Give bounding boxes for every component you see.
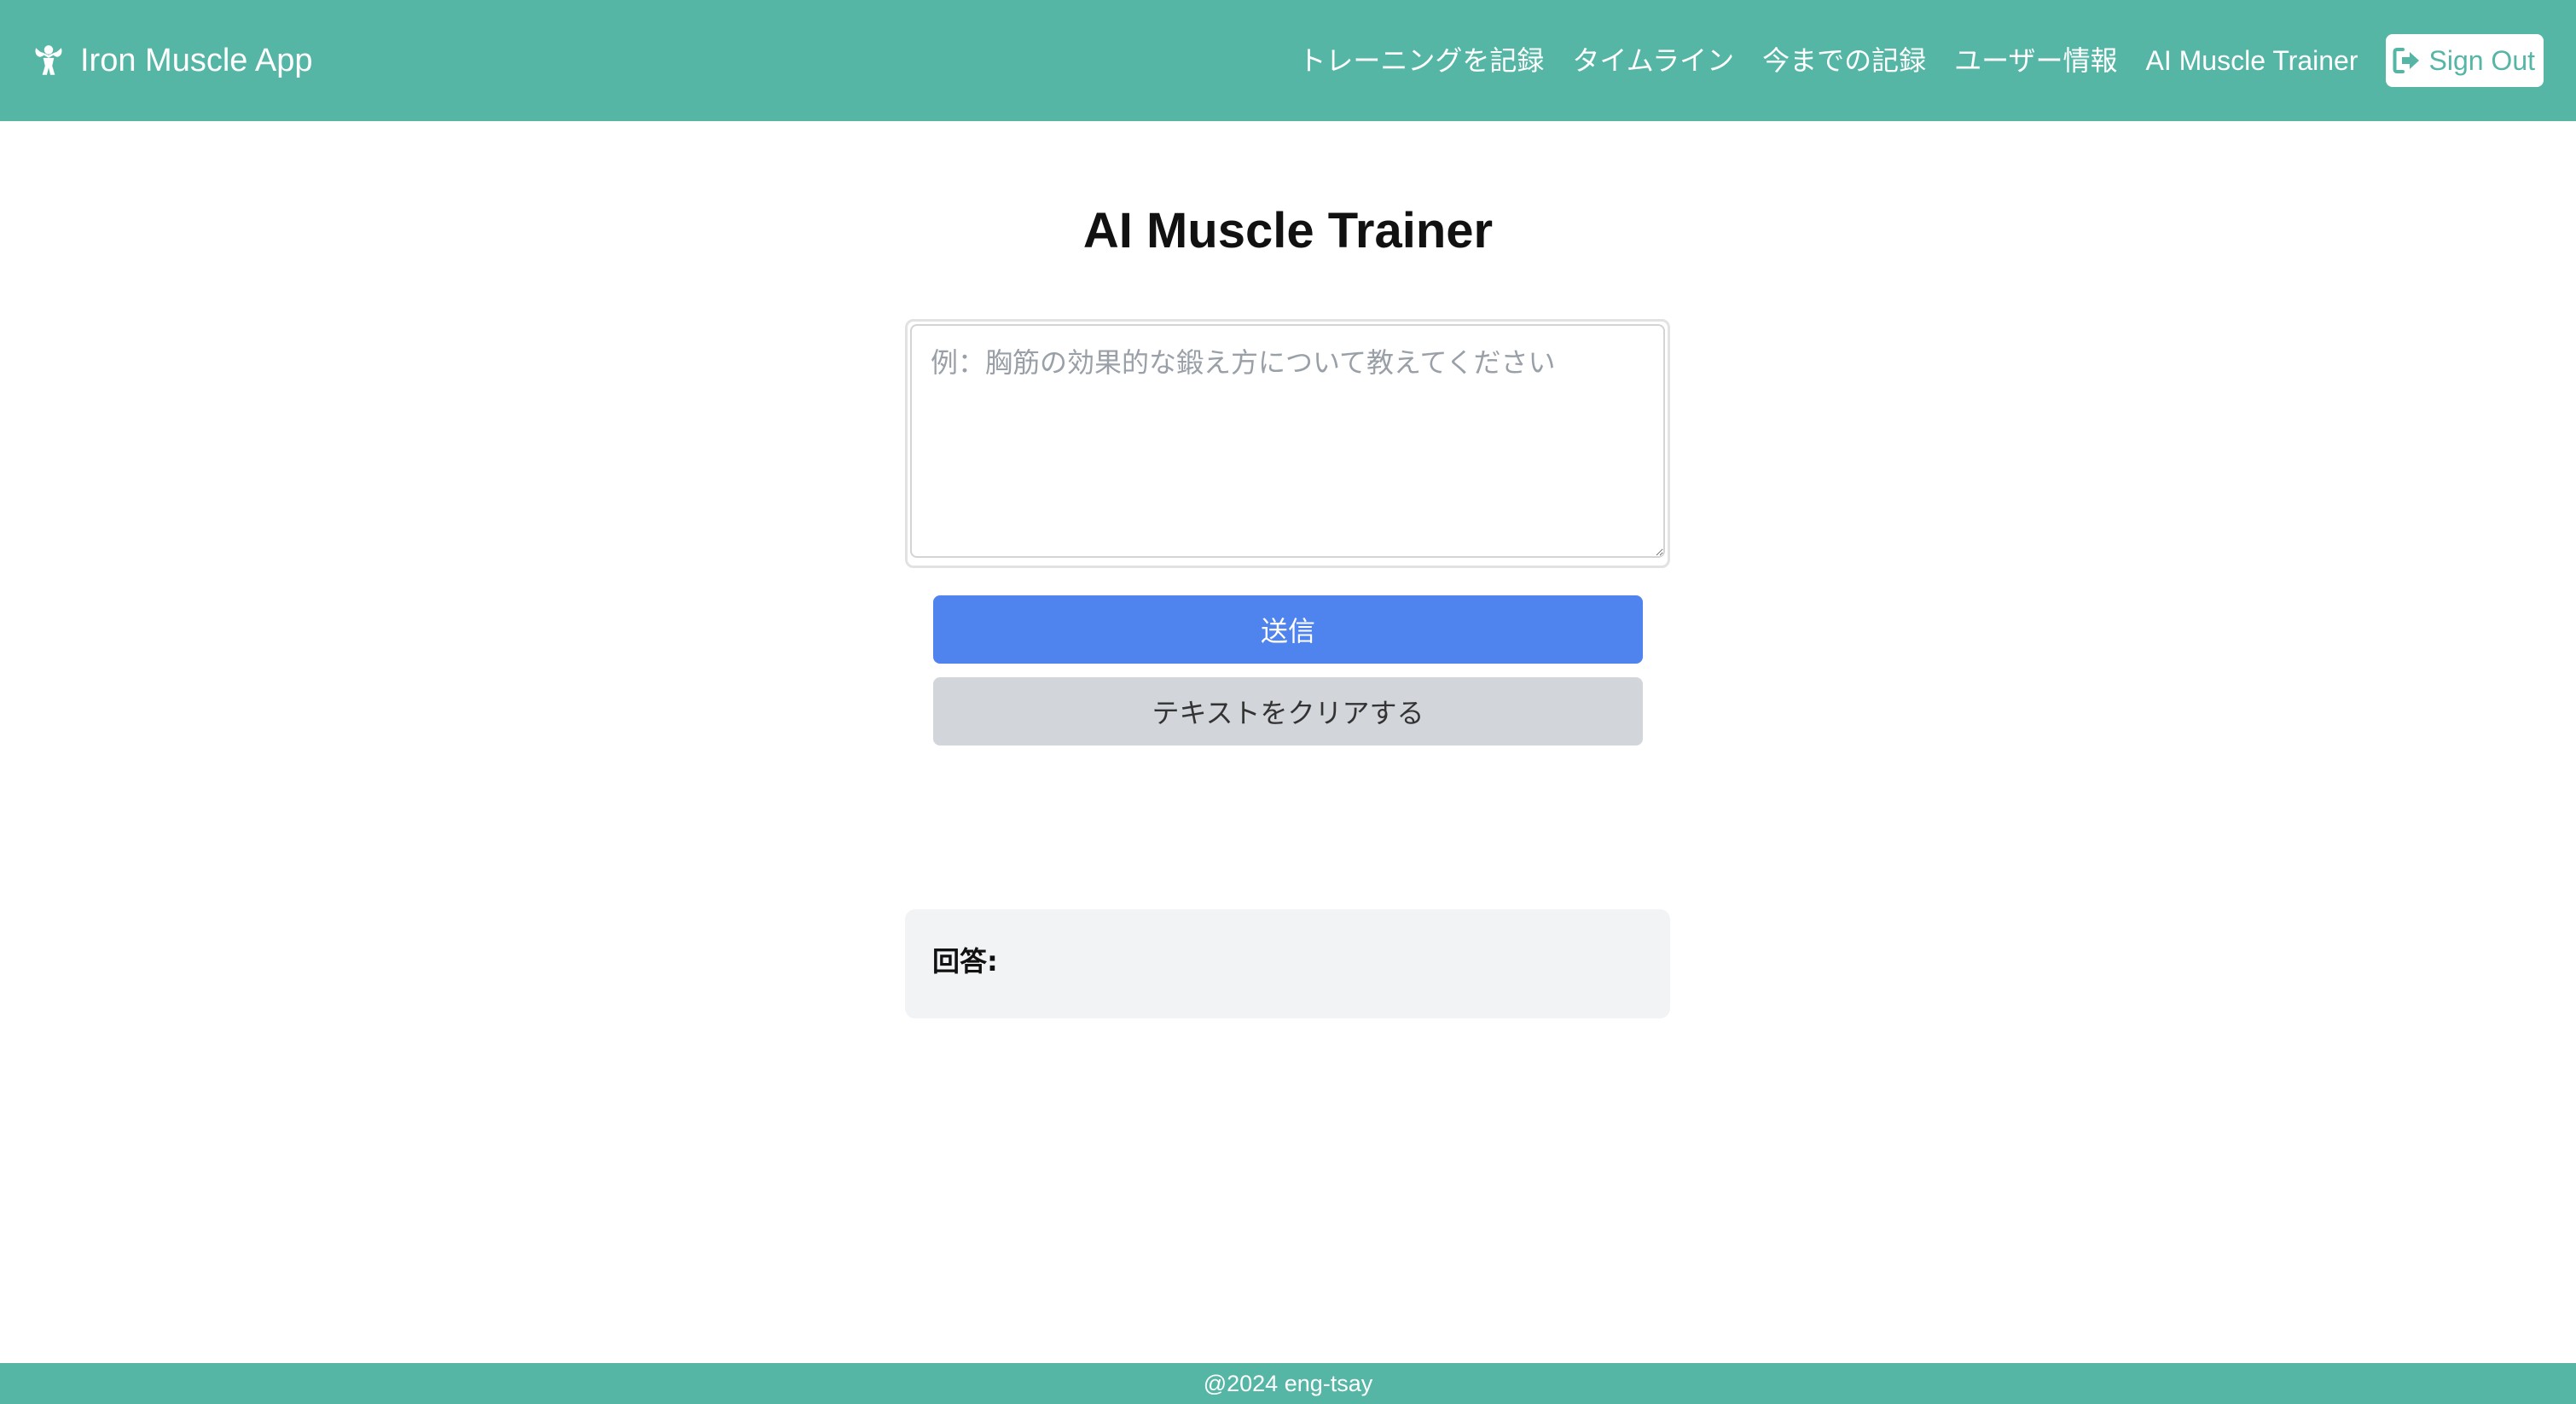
answer-label: 回答: — [932, 945, 998, 978]
nav-menu: トレーニングを記録 タイムライン 今までの記録 ユーザー情報 AI Muscle… — [1298, 0, 2544, 121]
footer: @2024 eng-tsay — [0, 1363, 2576, 1404]
nav-link-user-info[interactable]: ユーザー情報 — [1954, 47, 2117, 74]
answer-box: 回答: — [905, 909, 1670, 1018]
sign-out-label: Sign Out — [2428, 44, 2535, 76]
navbar: Iron Muscle App トレーニングを記録 タイムライン 今までの記録 … — [0, 0, 2576, 121]
sign-out-button[interactable]: Sign Out — [2386, 34, 2544, 87]
submit-button[interactable]: 送信 — [933, 595, 1643, 664]
brand-link[interactable]: Iron Muscle App — [31, 0, 312, 121]
nav-link-history[interactable]: 今までの記録 — [1762, 47, 1926, 74]
clear-text-button[interactable]: テキストをクリアする — [933, 677, 1643, 746]
brand-name: Iron Muscle App — [80, 43, 313, 78]
footer-copyright: @2024 eng-tsay — [1203, 1370, 1373, 1396]
question-input-wrapper — [905, 319, 1670, 568]
question-input[interactable] — [910, 324, 1665, 558]
nav-link-timeline[interactable]: タイムライン — [1572, 47, 1734, 74]
page-title: AI Muscle Trainer — [1082, 203, 1494, 258]
nav-link-ai-trainer[interactable]: AI Muscle Trainer — [2146, 47, 2358, 74]
bodybuilder-icon — [35, 45, 62, 75]
nav-link-record-training[interactable]: トレーニングを記録 — [1298, 47, 1544, 74]
sign-out-icon — [2393, 48, 2420, 73]
